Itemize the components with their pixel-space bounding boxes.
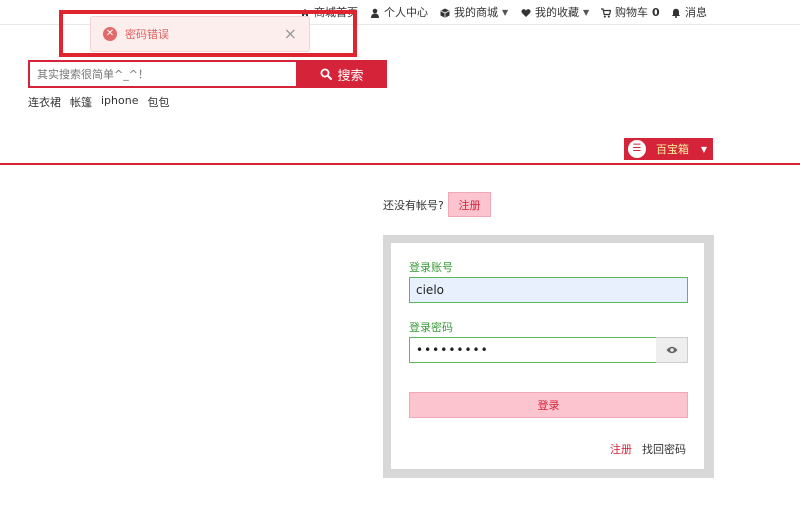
cart-icon (601, 7, 611, 18)
chevron-down-icon: ▼ (700, 144, 707, 154)
search-box (28, 60, 298, 88)
bell-icon (671, 8, 681, 18)
treasure-box-button[interactable]: ☰ 百宝箱 ▼ (624, 138, 713, 160)
chevron-down-icon: ▼ (502, 8, 509, 17)
login-button[interactable]: 登录 (409, 392, 688, 418)
nav-messages[interactable]: 消息 (671, 5, 707, 20)
nav-my-mall[interactable]: 我的商城 ▼ (440, 5, 508, 20)
eye-icon (666, 346, 677, 354)
treasure-label: 百宝箱 (656, 143, 689, 156)
cube-icon (440, 8, 450, 18)
nav-user-center[interactable]: 个人中心 (370, 5, 428, 20)
hot-words: 连衣裙 帐篷 iphone 包包 (28, 94, 169, 110)
password-label: 登录密码 (409, 321, 453, 334)
user-icon (371, 8, 379, 18)
register-button[interactable]: 注册 (448, 192, 491, 217)
account-label: 登录账号 (409, 261, 453, 274)
search-icon (320, 68, 333, 80)
search-input[interactable] (30, 62, 296, 86)
nav-user-center-label: 个人中心 (384, 6, 428, 19)
heart-icon (521, 8, 531, 17)
login-form: 登录账号 cielo 登录密码 ••••••••• 登录 注册 找回密码 (391, 243, 704, 469)
search-button[interactable]: 搜索 (297, 60, 387, 88)
treasure-icon: ☰ (626, 138, 648, 160)
forgot-password-link[interactable]: 找回密码 (642, 441, 686, 457)
nav-cart[interactable]: 购物车 0 (601, 5, 660, 20)
hot-word-link[interactable]: 帐篷 (70, 94, 92, 110)
no-account-text: 还没有帐号? (383, 199, 444, 212)
nav-my-mall-label: 我的商城 (454, 6, 498, 19)
header-divider (0, 163, 800, 165)
cart-count: 0 (652, 6, 660, 19)
nav-cart-label: 购物车 (615, 6, 648, 19)
search-button-label: 搜索 (337, 68, 364, 84)
hot-word-link[interactable]: 连衣裙 (28, 94, 61, 110)
hot-word-link[interactable]: 包包 (147, 94, 169, 110)
login-card: 登录账号 cielo 登录密码 ••••••••• 登录 注册 找回密码 (383, 235, 714, 478)
hot-word-link[interactable]: iphone (101, 94, 138, 110)
highlight-box (59, 10, 357, 57)
register-link[interactable]: 注册 (610, 441, 632, 457)
nav-favorites[interactable]: 我的收藏 ▼ (521, 5, 589, 20)
nav-favorites-label: 我的收藏 (535, 6, 579, 19)
password-input[interactable]: ••••••••• (409, 337, 657, 363)
account-input[interactable]: cielo (409, 277, 688, 303)
show-password-button[interactable] (656, 337, 688, 363)
nav-messages-label: 消息 (685, 6, 707, 19)
chevron-down-icon: ▼ (583, 8, 590, 17)
